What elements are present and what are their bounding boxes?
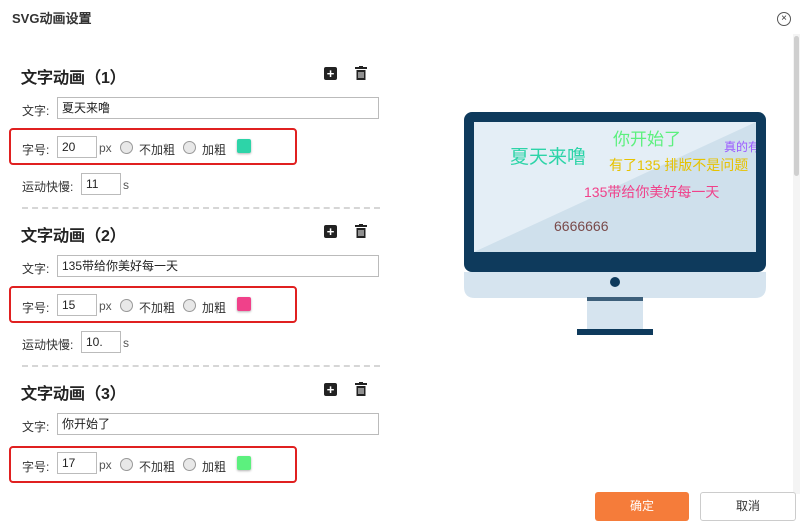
preview-text-6: 6666666 bbox=[554, 218, 609, 234]
preview-text-2: 你开始了 bbox=[613, 130, 681, 149]
monitor-stand bbox=[577, 297, 653, 335]
text-label: 文字: bbox=[22, 104, 50, 118]
scrollbar-thumb[interactable] bbox=[794, 36, 799, 176]
text-input[interactable]: 你开始了 bbox=[57, 413, 379, 435]
size-unit: px bbox=[99, 458, 112, 472]
bold-radio[interactable] bbox=[183, 458, 196, 471]
add-icon[interactable]: + bbox=[324, 67, 337, 80]
close-icon[interactable]: × bbox=[777, 12, 791, 26]
color-swatch[interactable] bbox=[237, 139, 251, 153]
text-input[interactable]: 135带给你美好每一天 bbox=[57, 255, 379, 277]
normal-weight-radio[interactable] bbox=[120, 458, 133, 471]
dialog-title: SVG动画设置 bbox=[12, 11, 92, 26]
preview-text-1: 夏天来噜 bbox=[510, 147, 587, 168]
speed-label: 运动快慢: bbox=[22, 338, 74, 352]
size-unit: px bbox=[99, 299, 112, 313]
text-label: 文字: bbox=[22, 420, 50, 434]
bold-label: 加粗 bbox=[202, 460, 227, 474]
preview-text-4: 有了135 排版不是问题 bbox=[609, 157, 749, 173]
speed-unit: s bbox=[123, 178, 129, 192]
text-label: 文字: bbox=[22, 262, 50, 276]
normal-weight-label: 不加粗 bbox=[139, 143, 176, 157]
section-title: 文字动画（2） bbox=[21, 228, 126, 245]
dialog-title-bar: SVG动画设置 × bbox=[0, 0, 800, 34]
size-label: 字号: bbox=[22, 460, 50, 474]
speed-unit: s bbox=[123, 336, 129, 350]
trash-icon[interactable] bbox=[355, 382, 367, 396]
trash-icon[interactable] bbox=[355, 224, 367, 238]
cancel-button[interactable]: 取消 bbox=[700, 492, 796, 521]
section-divider bbox=[22, 365, 380, 367]
speed-input[interactable]: 10. bbox=[81, 331, 121, 353]
trash-icon[interactable] bbox=[355, 66, 367, 80]
preview-text-5: 135带给你美好每一天 bbox=[584, 184, 720, 200]
normal-weight-radio[interactable] bbox=[120, 141, 133, 154]
size-label: 字号: bbox=[22, 301, 50, 315]
normal-weight-radio[interactable] bbox=[120, 299, 133, 312]
preview-text-3: 真的有 bbox=[724, 140, 756, 154]
normal-weight-label: 不加粗 bbox=[139, 301, 176, 315]
color-swatch[interactable] bbox=[237, 456, 251, 470]
normal-weight-label: 不加粗 bbox=[139, 460, 176, 474]
section-title: 文字动画（3） bbox=[21, 386, 126, 403]
size-label: 字号: bbox=[22, 143, 50, 157]
color-swatch[interactable] bbox=[237, 297, 251, 311]
bold-radio[interactable] bbox=[183, 299, 196, 312]
add-icon[interactable]: + bbox=[324, 225, 337, 238]
font-size-input[interactable]: 20 bbox=[57, 136, 97, 158]
size-unit: px bbox=[99, 141, 112, 155]
font-size-input[interactable]: 15 bbox=[57, 294, 97, 316]
speed-label: 运动快慢: bbox=[22, 180, 74, 194]
section-divider bbox=[22, 207, 380, 209]
bold-label: 加粗 bbox=[202, 301, 227, 315]
speed-input[interactable]: 11 bbox=[81, 173, 121, 195]
add-icon[interactable]: + bbox=[324, 383, 337, 396]
font-size-input[interactable]: 17 bbox=[57, 452, 97, 474]
bold-label: 加粗 bbox=[202, 143, 227, 157]
monitor-preview: 夏天来噜 你开始了 真的有 有了135 排版不是问题 135带给你美好每一天 6… bbox=[464, 112, 766, 298]
section-title: 文字动画（1） bbox=[21, 70, 126, 87]
bold-radio[interactable] bbox=[183, 141, 196, 154]
text-input[interactable]: 夏天来噜 bbox=[57, 97, 379, 119]
confirm-button[interactable]: 确定 bbox=[595, 492, 689, 521]
